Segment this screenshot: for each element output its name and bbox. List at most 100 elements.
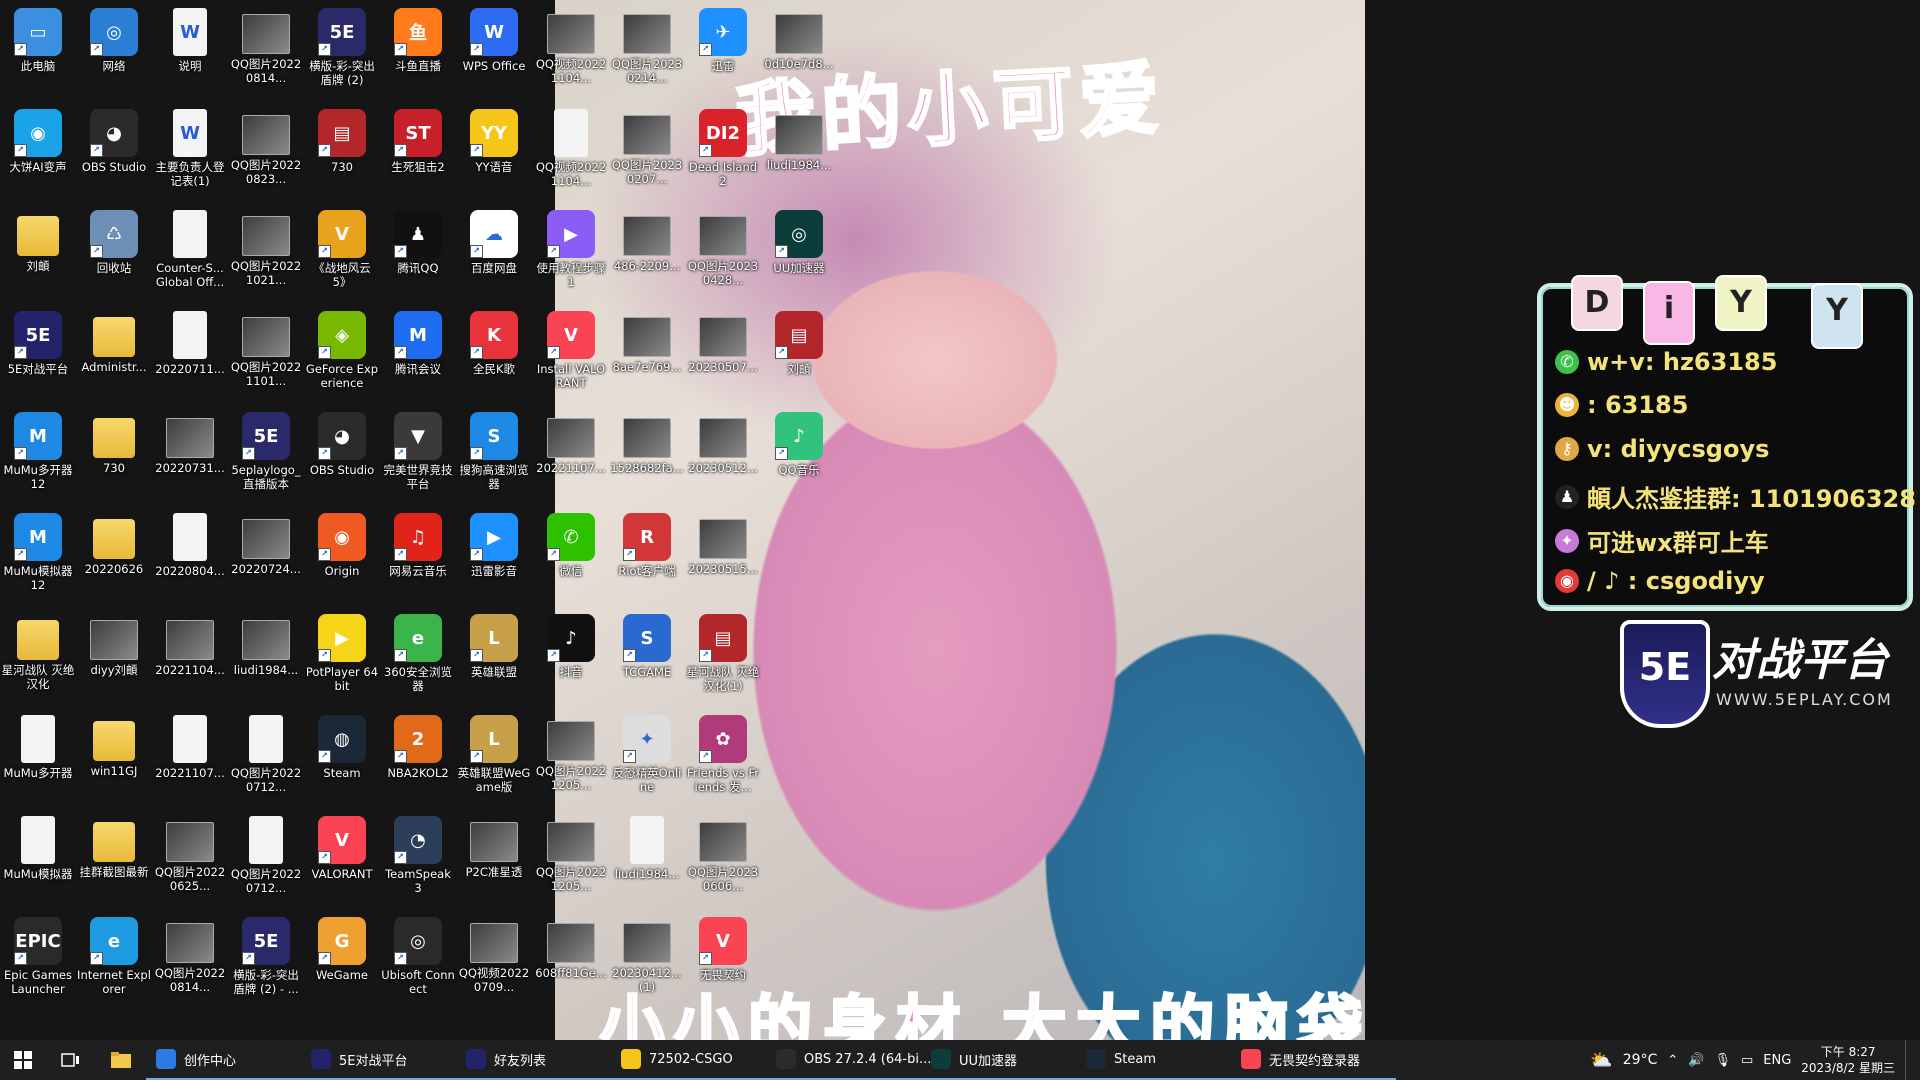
desktop-icon[interactable]: 挂群截图最新 (76, 810, 152, 906)
desktop-icon[interactable]: ▶ ↗ 使用教程步骤1 (533, 204, 609, 300)
desktop-icon[interactable]: QQ视频20221104... (533, 2, 609, 98)
desktop-icon[interactable]: M ↗ MuMu模拟器12 (0, 507, 76, 603)
desktop-icon[interactable]: QQ图片20220625... (152, 810, 228, 906)
desktop-icon[interactable]: 730 (76, 406, 152, 502)
desktop-icon[interactable]: 鱼 ↗ 斗鱼直播 (380, 2, 456, 98)
desktop-icon[interactable]: QQ图片20220814... (152, 911, 228, 1007)
desktop-icon[interactable]: 5E ↗ 5E对战平台 (0, 305, 76, 401)
desktop-icon[interactable]: ♫ ↗ 网易云音乐 (380, 507, 456, 603)
taskbar-app-button[interactable]: Steam (1076, 1040, 1231, 1080)
desktop-icon[interactable]: Counter-S... Global Off... (152, 204, 228, 300)
desktop-icon[interactable]: W 说明 (152, 2, 228, 98)
desktop-icon[interactable]: 608ff81Ge... (533, 911, 609, 1007)
desktop-icon[interactable]: ▭ ↗ 此电脑 (0, 2, 76, 98)
desktop-icon[interactable]: ◈ ↗ GeForce Experience (304, 305, 380, 401)
taskbar-app-button[interactable]: 72502-CSGO (611, 1040, 766, 1080)
desktop-icon[interactable]: 0d10e7d8... (761, 2, 837, 98)
desktop-icon[interactable]: 20220731... (152, 406, 228, 502)
volume-icon[interactable]: 🔊 (1688, 1053, 1704, 1068)
desktop-icon[interactable]: QQ图片20221205... (533, 709, 609, 805)
desktop-icon[interactable]: e ↗ 360安全浏览器 (380, 608, 456, 704)
desktop-icon[interactable]: QQ图片20230207... (609, 103, 685, 199)
show-desktop-button[interactable] (1905, 1040, 1912, 1080)
desktop-icon[interactable]: ♪ ↗ QQ音乐 (761, 406, 837, 502)
desktop-icon[interactable]: MuMu多开器 (0, 709, 76, 805)
desktop-icon[interactable]: QQ图片20220823... (228, 103, 304, 199)
desktop-icon[interactable]: ▤ ↗ 星河战队 灭绝汉化(1) (685, 608, 761, 704)
desktop-icon[interactable]: 20221107... (152, 709, 228, 805)
desktop-icon[interactable]: 1528682fa... (609, 406, 685, 502)
desktop-icon[interactable]: ST ↗ 生死狙击2 (380, 103, 456, 199)
desktop-icon[interactable]: ◍ ↗ Steam (304, 709, 380, 805)
desktop-icon[interactable]: ◎ ↗ 网络 (76, 2, 152, 98)
desktop-icon[interactable]: W 主要负责人登记表(1) (152, 103, 228, 199)
desktop-icon[interactable]: 5E ↗ 横版-彩-突出盾牌 (2) - ... (228, 911, 304, 1007)
microphone-icon[interactable]: 🎙 (1714, 1053, 1731, 1068)
desktop-icon[interactable]: ✦ ↗ 反恐精英Online (609, 709, 685, 805)
desktop-icon[interactable]: 486-2209... (609, 204, 685, 300)
desktop-icon[interactable]: liudi1984... (228, 608, 304, 704)
network-icon[interactable]: ▭ (1741, 1053, 1753, 1068)
clock[interactable]: 下午 8:27 2023/8/2 星期三 (1801, 1044, 1895, 1076)
desktop-icon[interactable]: 20220626 (76, 507, 152, 603)
taskbar-app-button[interactable]: 5E对战平台 (301, 1040, 456, 1080)
desktop-icon[interactable]: QQ图片20221021... (228, 204, 304, 300)
tray-overflow-icon[interactable]: ⌃ (1667, 1053, 1678, 1068)
desktop-icon[interactable]: 5E ↗ 5eplaylogo_直播版本 (228, 406, 304, 502)
desktop-icon[interactable]: W ↗ WPS Office (456, 2, 532, 98)
desktop-icon[interactable]: 20230515... (685, 507, 761, 603)
desktop-icon[interactable]: ✿ ↗ Friends vs Friends 发... (685, 709, 761, 805)
desktop-icon[interactable]: ♺ ↗ 回收站 (76, 204, 152, 300)
desktop-icon[interactable]: ♟ ↗ 腾讯QQ (380, 204, 456, 300)
desktop-icon[interactable]: ▼ ↗ 完美世界竞技平台 (380, 406, 456, 502)
desktop-icon[interactable]: ◔ ↗ TeamSpeak 3 (380, 810, 456, 906)
desktop-icon[interactable]: win11GJ (76, 709, 152, 805)
file-explorer-button[interactable] (96, 1040, 146, 1080)
desktop-icon[interactable]: QQ图片20230606... (685, 810, 761, 906)
desktop-icon[interactable]: QQ图片20221205... (533, 810, 609, 906)
desktop-icon[interactable]: 刘頔 (0, 204, 76, 300)
desktop-icon[interactable]: L ↗ 英雄联盟WeGame版 (456, 709, 532, 805)
task-view-button[interactable] (46, 1040, 96, 1080)
desktop-icon[interactable]: R ↗ Riot客户端 (609, 507, 685, 603)
desktop-icon[interactable]: YY ↗ YY语音 (456, 103, 532, 199)
desktop-icon[interactable]: K ↗ 全民K歌 (456, 305, 532, 401)
taskbar-app-button[interactable]: 好友列表 (456, 1040, 611, 1080)
desktop-icon[interactable]: liudi1984... (609, 810, 685, 906)
weather-temp[interactable]: 29°C (1623, 1052, 1658, 1068)
desktop-icon[interactable]: V ↗ VALORANT (304, 810, 380, 906)
desktop-icon[interactable]: G ↗ WeGame (304, 911, 380, 1007)
desktop-icon[interactable]: QQ图片20220712... (228, 810, 304, 906)
desktop-icon[interactable]: V ↗ Install VALORANT (533, 305, 609, 401)
desktop-icon[interactable]: EPIC ↗ Epic Games Launcher (0, 911, 76, 1007)
desktop-icon[interactable]: QQ图片20230214... (609, 2, 685, 98)
desktop-icon[interactable]: S ↗ 搜狗高速浏览器 (456, 406, 532, 502)
desktop-icon[interactable]: S ↗ TCGAME (609, 608, 685, 704)
desktop-icon[interactable]: QQ图片20230428... (685, 204, 761, 300)
desktop-icon[interactable]: ▤ ↗ 刘頔 (761, 305, 837, 401)
desktop-icon[interactable]: 20230507... (685, 305, 761, 401)
desktop-icon[interactable]: ✈ ↗ 迅雷 (685, 2, 761, 98)
desktop-icon[interactable]: M ↗ MuMu多开器12 (0, 406, 76, 502)
desktop-icon[interactable]: 20220724... (228, 507, 304, 603)
desktop-icon[interactable]: ◕ ↗ OBS Studio (76, 103, 152, 199)
desktop-icon[interactable]: 20221104... (152, 608, 228, 704)
desktop-icon[interactable]: P2C准星透 (456, 810, 532, 906)
desktop-icon[interactable]: Administr... (76, 305, 152, 401)
desktop-icon[interactable]: ☁ ↗ 百度网盘 (456, 204, 532, 300)
desktop-icon[interactable]: QQ图片20220712... (228, 709, 304, 805)
desktop-icon[interactable]: ▶ ↗ PotPlayer 64 bit (304, 608, 380, 704)
desktop-icon[interactable]: ✆ ↗ 微信 (533, 507, 609, 603)
desktop-icon[interactable]: 20230512... (685, 406, 761, 502)
desktop-icon[interactable]: ◎ ↗ UU加速器 (761, 204, 837, 300)
desktop-icon[interactable]: MuMu模拟器 (0, 810, 76, 906)
desktop-icon[interactable]: 20221107... (533, 406, 609, 502)
desktop-icon[interactable]: QQ视频20221104... (533, 103, 609, 199)
desktop-icon[interactable]: 5E ↗ 横版-彩-突出盾牌 (2) (304, 2, 380, 98)
desktop-icon[interactable]: 2 ↗ NBA2KOL2 (380, 709, 456, 805)
input-language[interactable]: ENG (1763, 1053, 1791, 1068)
desktop-icon[interactable]: 20220711... (152, 305, 228, 401)
taskbar-app-button[interactable]: OBS 27.2.4 (64-bi... (766, 1040, 931, 1080)
desktop-icon[interactable]: ◎ ↗ Ubisoft Connect (380, 911, 456, 1007)
desktop-icon[interactable]: M ↗ 腾讯会议 (380, 305, 456, 401)
